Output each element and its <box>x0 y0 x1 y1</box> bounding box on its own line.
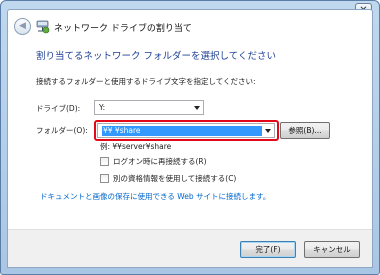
window-title: ネットワーク ドライブの割り当て <box>54 24 192 34</box>
instruction-text: 接続するフォルダーと使用するドライブ文字を指定してください: <box>36 77 256 86</box>
dialog-window: ✕ ◀ ネットワーク ドライブの割り当て 割り当てるネットワーク フォルダーを選… <box>0 0 380 275</box>
cancel-button[interactable]: キャンセル <box>304 241 360 258</box>
finish-button-label: 完了(F) <box>255 245 281 254</box>
reconnect-label: ログオン時に再接続する(R) <box>113 156 207 166</box>
web-site-link[interactable]: ドキュメントと画像の保存に使用できる Web サイトに接続します。 <box>40 191 270 202</box>
reconnect-checkbox[interactable] <box>100 156 109 166</box>
credentials-checkbox[interactable] <box>100 173 109 183</box>
folder-highlight-box <box>94 120 279 141</box>
back-arrow-icon: ◀ <box>19 21 26 31</box>
drive-select-value: Y: <box>99 103 106 112</box>
finish-button[interactable]: 完了(F) <box>240 241 296 258</box>
credentials-label: 別の資格情報を使用して接続する(C) <box>113 173 237 183</box>
dialog-footer: 完了(F) キャンセル <box>8 229 372 267</box>
drive-select[interactable]: Y: <box>94 100 204 115</box>
page-heading: 割り当てるネットワーク フォルダーを選択してください <box>36 51 276 62</box>
cancel-button-label: キャンセル <box>313 245 351 254</box>
credentials-option[interactable]: 別の資格情報を使用して接続する(C) <box>100 172 236 184</box>
browse-button[interactable]: 参照(B)... <box>280 122 330 139</box>
back-button[interactable]: ◀ <box>14 18 31 35</box>
browse-button-label: 参照(B)... <box>288 126 322 135</box>
example-text: 例: ¥¥server¥share <box>100 142 172 151</box>
chevron-down-icon <box>194 106 200 110</box>
reconnect-option[interactable]: ログオン時に再接続する(R) <box>100 155 207 167</box>
title-bar: ◀ ネットワーク ドライブの割り当て <box>8 10 372 38</box>
folder-label: フォルダー(O): <box>36 126 88 135</box>
dialog-client-area: ◀ ネットワーク ドライブの割り当て 割り当てるネットワーク フォルダーを選択し… <box>7 9 373 268</box>
drive-label: ドライブ(D): <box>36 104 81 113</box>
network-drive-icon <box>36 20 50 34</box>
